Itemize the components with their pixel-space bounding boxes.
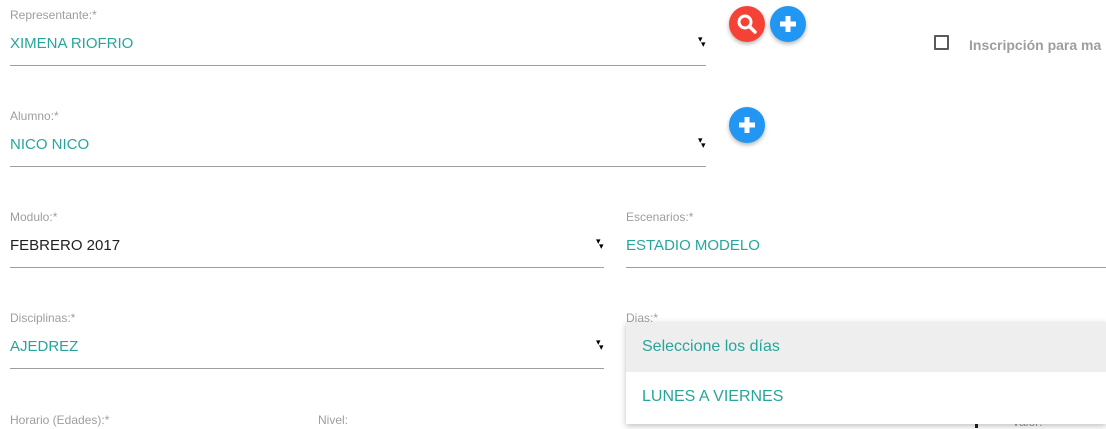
escenarios-select[interactable]: Escenarios:* ESTADIO MODELO bbox=[626, 210, 1106, 268]
caret-down-icon: ▾ ▾ bbox=[698, 135, 706, 150]
escenarios-label: Escenarios:* bbox=[626, 210, 694, 224]
modulo-value: FEBRERO 2017 bbox=[10, 237, 121, 254]
escenarios-value: ESTADIO MODELO bbox=[626, 237, 760, 254]
caret-down-icon: ▾ ▾ bbox=[596, 236, 604, 251]
disciplinas-underline bbox=[10, 368, 604, 369]
representante-underline bbox=[10, 65, 706, 66]
alumno-underline bbox=[10, 166, 706, 167]
add-alumno-button[interactable] bbox=[729, 107, 765, 143]
add-representante-button[interactable] bbox=[770, 6, 806, 42]
caret-down-icon: ▾ ▾ bbox=[596, 337, 604, 352]
disciplinas-label: Disciplinas:* bbox=[10, 311, 76, 325]
alumno-label: Alumno:* bbox=[10, 109, 59, 123]
search-representante-button[interactable] bbox=[729, 6, 765, 42]
modulo-underline bbox=[10, 267, 604, 268]
escenarios-underline bbox=[626, 267, 1106, 268]
alumno-value: NICO NICO bbox=[10, 136, 90, 153]
inscripcion-label: Inscripción para ma bbox=[969, 37, 1102, 53]
modulo-label: Modulo:* bbox=[10, 210, 58, 224]
plus-icon bbox=[739, 117, 755, 133]
alumno-select[interactable]: Alumno:* NICO NICO ▾ ▾ bbox=[10, 109, 706, 167]
representante-value: XIMENA RIOFRIO bbox=[10, 35, 134, 52]
horario-label: Horario (Edades):* bbox=[10, 413, 110, 427]
nivel-label: Nivel: bbox=[318, 413, 349, 427]
plus-icon bbox=[780, 16, 796, 32]
caret-down-icon: ▾ ▾ bbox=[698, 34, 706, 49]
disciplinas-select[interactable]: Disciplinas:* AJEDREZ ▾ ▾ bbox=[10, 311, 604, 369]
inscripcion-checkbox[interactable] bbox=[934, 35, 949, 50]
dias-dropdown: Seleccione los días LUNES A VIERNES bbox=[626, 322, 1106, 424]
modulo-select[interactable]: Modulo:* FEBRERO 2017 ▾ ▾ bbox=[10, 210, 604, 268]
dias-option-placeholder[interactable]: Seleccione los días bbox=[626, 322, 1106, 372]
representante-label: Representante:* bbox=[10, 8, 97, 22]
dias-option-lunes-a-viernes[interactable]: LUNES A VIERNES bbox=[626, 372, 1106, 422]
search-icon bbox=[737, 14, 757, 34]
representante-select[interactable]: Representante:* XIMENA RIOFRIO ▾ ▾ bbox=[10, 8, 706, 66]
disciplinas-value: AJEDREZ bbox=[10, 338, 79, 355]
